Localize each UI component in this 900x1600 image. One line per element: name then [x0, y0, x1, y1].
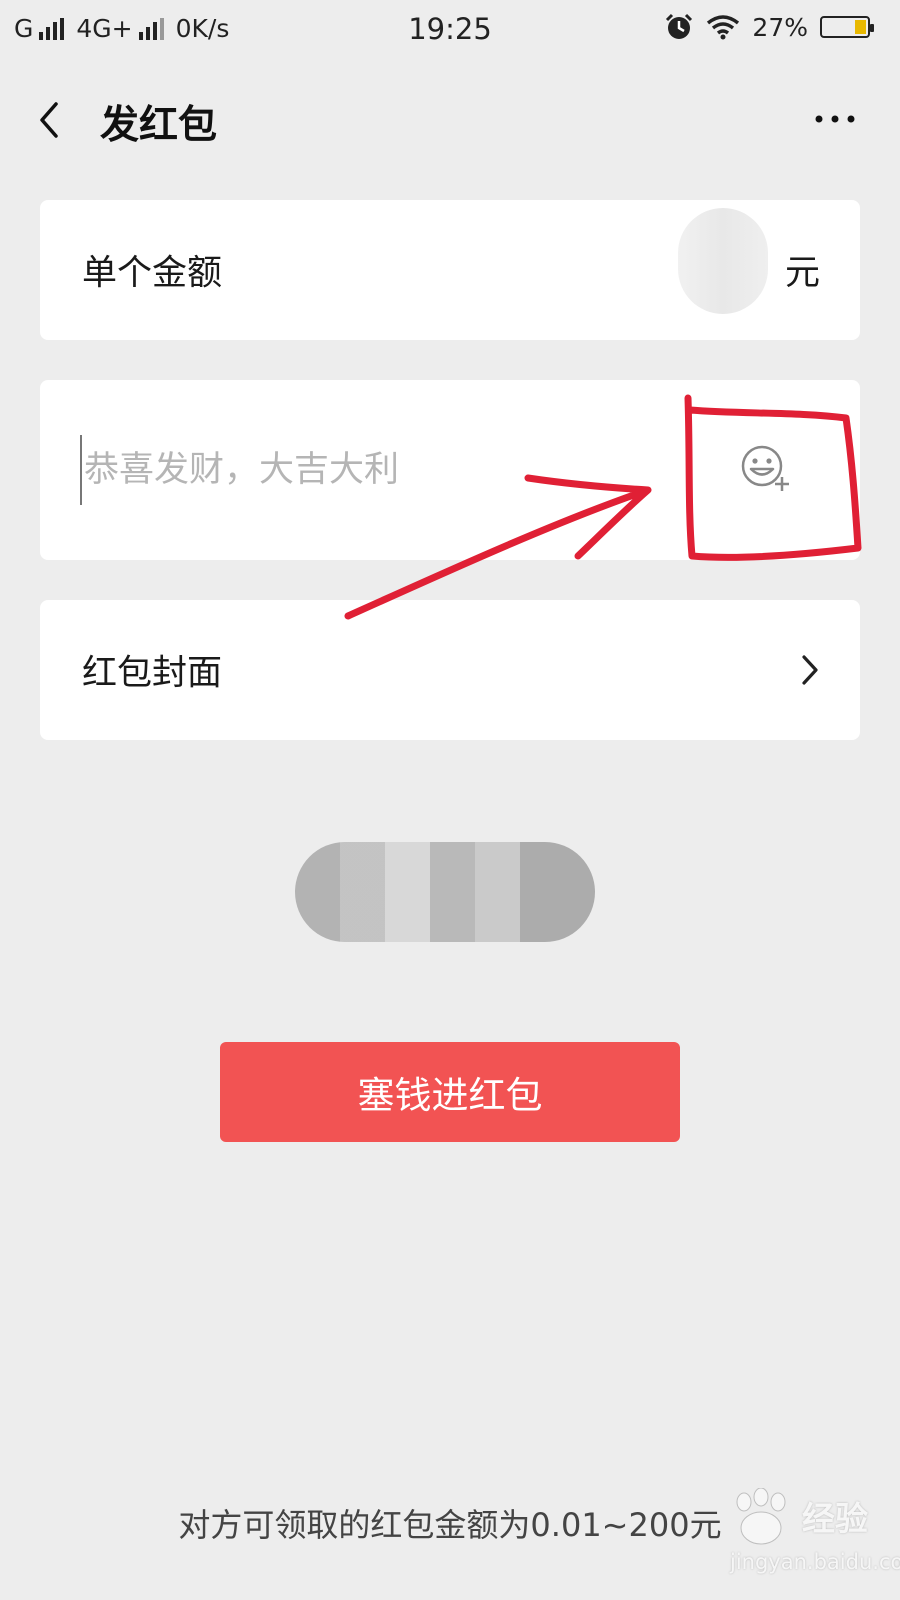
battery-percent: 27%	[752, 12, 808, 42]
wifi-icon	[707, 15, 740, 40]
chevron-right-icon	[802, 655, 818, 685]
amount-label: 单个金额	[82, 253, 223, 294]
battery-level	[855, 20, 866, 34]
amount-card[interactable]: 单个金额 元	[40, 200, 860, 340]
alarm-clock-icon	[666, 13, 693, 39]
cover-card[interactable]: 红包封面	[40, 600, 860, 740]
blurred-amount-value[interactable]	[678, 208, 768, 314]
more-dots-icon[interactable]	[810, 104, 860, 134]
status-bar-right: 27%	[664, 12, 874, 42]
send-red-packet-button[interactable]: 塞钱进红包	[220, 1042, 680, 1142]
watermark-word: 经验	[802, 1499, 868, 1538]
baidu-paw-icon	[736, 1488, 786, 1545]
watermark-url: jingyan.baidu.com	[730, 1550, 900, 1574]
page-title: 发红包	[100, 103, 218, 148]
battery-icon	[820, 16, 874, 38]
baidu-jingyan-watermark: 经验 jingyan.baidu.com	[720, 1488, 900, 1584]
nav-bar: 发红包	[0, 80, 900, 158]
message-card	[40, 380, 860, 560]
emoji-add-icon[interactable]	[730, 432, 802, 504]
cover-label: 红包封面	[82, 653, 223, 694]
amount-unit: 元	[784, 253, 820, 294]
status-bar: G 4G+ 0K/s 19:25 27%	[0, 0, 900, 62]
blurred-total-amount	[295, 842, 595, 942]
greeting-input[interactable]	[80, 435, 644, 505]
chevron-left-icon[interactable]	[30, 98, 70, 142]
